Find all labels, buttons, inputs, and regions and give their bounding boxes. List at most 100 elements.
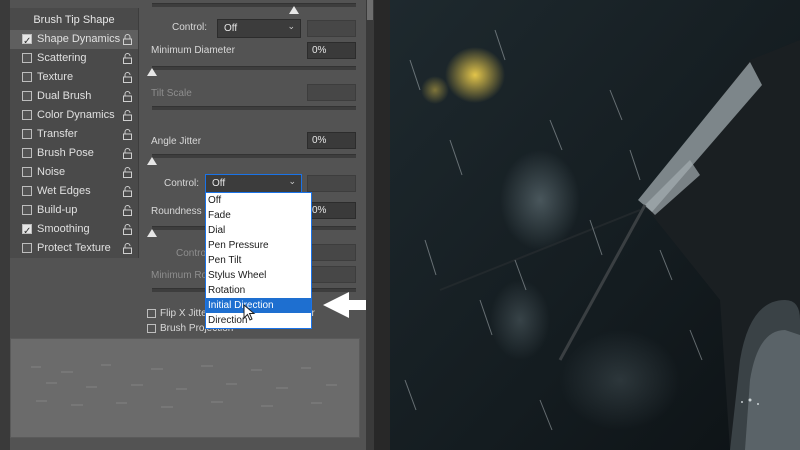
control-2-extra-field[interactable] bbox=[307, 175, 356, 192]
brush-stroke-preview bbox=[10, 338, 360, 438]
list-item-label: Protect Texture bbox=[37, 242, 111, 254]
chevron-down-icon: ⌄ bbox=[288, 177, 296, 187]
top-slider-track[interactable] bbox=[152, 3, 356, 7]
smoothing-checkbox[interactable] bbox=[22, 222, 32, 241]
chevron-down-icon: ⌄ bbox=[287, 22, 295, 32]
scattering-checkbox[interactable] bbox=[22, 53, 32, 63]
list-item-label: Color Dynamics bbox=[37, 109, 115, 121]
control-label-2: Control: bbox=[164, 178, 200, 189]
mouse-cursor-icon bbox=[243, 304, 256, 321]
dropdown-option-rotation[interactable]: Rotation bbox=[206, 283, 311, 298]
roundness-slider-thumb[interactable] bbox=[147, 229, 157, 237]
min-diameter-field[interactable]: 0% bbox=[307, 42, 356, 59]
min-diameter-slider-thumb[interactable] bbox=[147, 68, 157, 76]
tilt-scale-slider-track[interactable] bbox=[152, 106, 356, 110]
list-item-smoothing[interactable]: Smoothing bbox=[10, 220, 138, 241]
angle-jitter-label: Angle Jitter bbox=[151, 136, 202, 147]
brush-options-list: Brush Tip Shape Shape Dynamics Scatterin… bbox=[10, 8, 139, 258]
control-1-extra-field[interactable] bbox=[307, 20, 356, 37]
list-item-label: Brush Pose bbox=[37, 147, 94, 159]
color-dynamics-checkbox[interactable] bbox=[22, 110, 32, 120]
list-item-brush-pose[interactable]: Brush Pose bbox=[10, 144, 138, 163]
dropdown-option-dial[interactable]: Dial bbox=[206, 223, 311, 238]
list-item-transfer[interactable]: Transfer bbox=[10, 125, 138, 144]
dropdown-option-fade[interactable]: Fade bbox=[206, 208, 311, 223]
dropdown-option-stylus-wheel[interactable]: Stylus Wheel bbox=[206, 268, 311, 283]
list-item-label: Dual Brush bbox=[37, 90, 92, 102]
lock-icon[interactable] bbox=[123, 243, 132, 254]
list-item-protect-texture[interactable]: Protect Texture bbox=[10, 239, 138, 258]
panel-scrollbar[interactable] bbox=[366, 0, 374, 450]
lock-icon[interactable] bbox=[123, 224, 132, 235]
scrollbar-thumb[interactable] bbox=[367, 0, 373, 20]
lock-icon[interactable] bbox=[123, 167, 132, 178]
list-item-texture[interactable]: Texture bbox=[10, 68, 138, 87]
list-item-label: Noise bbox=[37, 166, 66, 178]
list-item-scattering[interactable]: Scattering bbox=[10, 49, 138, 68]
min-diameter-slider-track[interactable] bbox=[152, 66, 356, 70]
control-dropdown-list: Off Fade Dial Pen Pressure Pen Tilt Styl… bbox=[205, 192, 312, 329]
edge-strip bbox=[0, 0, 10, 450]
dropdown-option-off[interactable]: Off bbox=[206, 193, 311, 208]
list-item-label: Transfer bbox=[37, 128, 78, 140]
list-item-label: Scattering bbox=[37, 52, 87, 64]
image-canvas[interactable] bbox=[390, 0, 800, 450]
shape-dynamics-checkbox[interactable] bbox=[22, 32, 32, 51]
dropdown-option-initial-direction[interactable]: Initial Direction bbox=[206, 298, 311, 313]
wet-edges-checkbox[interactable] bbox=[22, 186, 32, 196]
angle-jitter-field[interactable]: 0% bbox=[307, 132, 356, 149]
texture-checkbox[interactable] bbox=[22, 72, 32, 82]
lock-icon[interactable] bbox=[123, 91, 132, 102]
angle-jitter-slider-track[interactable] bbox=[152, 154, 356, 158]
canvas-photo bbox=[390, 0, 800, 450]
control-label-1: Control: bbox=[172, 22, 208, 33]
dual-brush-checkbox[interactable] bbox=[22, 91, 32, 101]
list-item-shape-dynamics[interactable]: Shape Dynamics bbox=[10, 30, 138, 51]
control-3-extra-field[interactable] bbox=[307, 244, 356, 261]
lock-icon[interactable] bbox=[123, 205, 132, 216]
brush-projection-checkbox[interactable] bbox=[147, 324, 156, 333]
list-item-label: Build-up bbox=[37, 204, 78, 216]
flip-x-jitter-label: Flip X Jitte bbox=[160, 308, 207, 319]
list-item-color-dynamics[interactable]: Color Dynamics bbox=[10, 106, 138, 125]
lock-icon[interactable] bbox=[123, 186, 132, 197]
flip-x-jitter-checkbox[interactable] bbox=[147, 309, 156, 318]
list-item-noise[interactable]: Noise bbox=[10, 163, 138, 182]
control-select-2-value: Off bbox=[212, 178, 226, 189]
dropdown-option-direction[interactable]: Direction bbox=[206, 313, 311, 328]
top-slider-thumb[interactable] bbox=[289, 6, 299, 14]
brush-tip-shape-item[interactable]: Brush Tip Shape bbox=[14, 12, 134, 29]
roundness-field[interactable]: 0% bbox=[307, 202, 356, 219]
list-item-wet-edges[interactable]: Wet Edges bbox=[10, 182, 138, 201]
lock-icon[interactable] bbox=[123, 72, 132, 83]
noise-checkbox[interactable] bbox=[22, 167, 32, 177]
lock-icon[interactable] bbox=[123, 34, 132, 45]
list-item-label: Smoothing bbox=[37, 223, 90, 235]
lock-icon[interactable] bbox=[123, 129, 132, 140]
transfer-checkbox[interactable] bbox=[22, 129, 32, 139]
dropdown-option-pen-tilt[interactable]: Pen Tilt bbox=[206, 253, 311, 268]
control-select-1[interactable]: Off ⌄ bbox=[217, 19, 301, 38]
list-item-dual-brush[interactable]: Dual Brush bbox=[10, 87, 138, 106]
min-roundness-field[interactable] bbox=[307, 266, 356, 283]
lock-icon[interactable] bbox=[123, 148, 132, 159]
angle-jitter-slider-thumb[interactable] bbox=[147, 157, 157, 165]
canvas-gutter bbox=[374, 0, 390, 450]
list-item-build-up[interactable]: Build-up bbox=[10, 201, 138, 220]
tilt-scale-label: Tilt Scale bbox=[151, 88, 192, 99]
build-up-checkbox[interactable] bbox=[22, 205, 32, 215]
control-select-2[interactable]: Off ⌄ bbox=[205, 174, 302, 193]
dropdown-option-pen-pressure[interactable]: Pen Pressure bbox=[206, 238, 311, 253]
min-roundness-label: Minimum Ro bbox=[151, 270, 208, 281]
control-select-1-value: Off bbox=[224, 23, 238, 34]
brush-pose-checkbox[interactable] bbox=[22, 148, 32, 158]
min-diameter-label: Minimum Diameter bbox=[151, 45, 235, 56]
lock-icon[interactable] bbox=[123, 110, 132, 121]
list-item-label: Wet Edges bbox=[37, 185, 91, 197]
lock-icon[interactable] bbox=[123, 53, 132, 64]
list-item-label: Texture bbox=[37, 71, 74, 83]
preview-strokes bbox=[31, 364, 337, 408]
tilt-scale-field[interactable] bbox=[307, 84, 356, 101]
list-item-label: Shape Dynamics bbox=[37, 33, 121, 45]
protect-texture-checkbox[interactable] bbox=[22, 243, 32, 253]
